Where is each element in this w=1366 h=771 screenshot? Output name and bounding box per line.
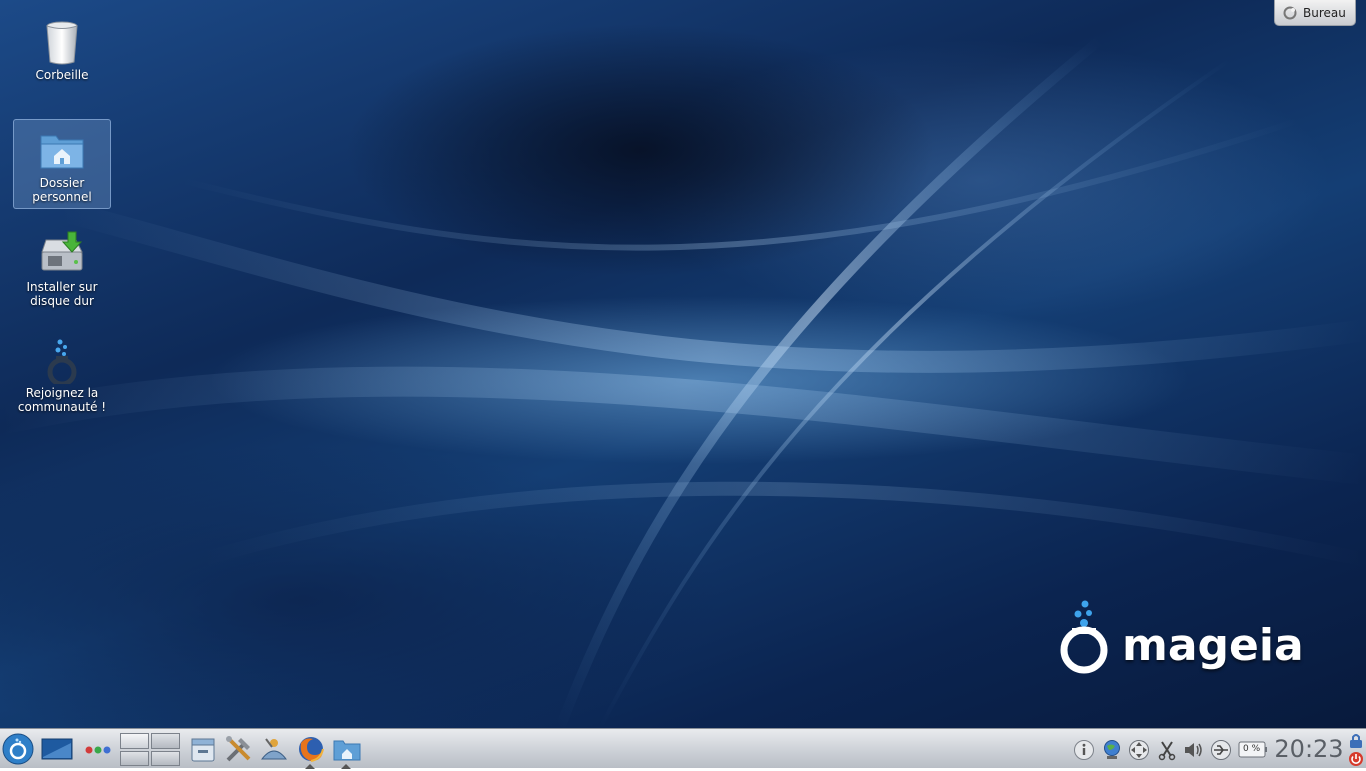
control-center-launcher[interactable] bbox=[258, 733, 290, 765]
show-desktop-icon bbox=[41, 738, 73, 760]
desktop-icon-label: Installer sur disque dur bbox=[26, 280, 98, 308]
info-icon bbox=[1074, 740, 1094, 760]
mageia-logo: mageia bbox=[1058, 598, 1304, 682]
desktop-icon-home-folder[interactable]: Dossier personnel bbox=[13, 119, 111, 209]
firefox-icon bbox=[299, 737, 324, 762]
activities-icon bbox=[85, 746, 111, 754]
usb-icon bbox=[1211, 740, 1231, 760]
usb-button[interactable] bbox=[1210, 739, 1232, 761]
device-notifier-button[interactable] bbox=[1128, 739, 1150, 761]
klipper-button[interactable] bbox=[1156, 739, 1178, 761]
desktop-icon-community[interactable]: Rejoignez la communauté ! bbox=[13, 330, 111, 420]
lock-screen-button[interactable] bbox=[1348, 733, 1364, 749]
device-notifier-icon bbox=[1129, 740, 1149, 760]
info-tray-button[interactable] bbox=[1073, 739, 1095, 761]
battery-button[interactable]: 0 % bbox=[1238, 739, 1268, 761]
pager-desktop-2[interactable] bbox=[151, 733, 180, 749]
file-manager-launcher[interactable] bbox=[187, 733, 219, 765]
system-settings-launcher[interactable] bbox=[223, 733, 255, 765]
pager-desktop-3[interactable] bbox=[120, 750, 149, 766]
desktop-icon-trash[interactable]: Corbeille bbox=[13, 12, 111, 88]
network-icon bbox=[1104, 740, 1120, 759]
logout-button[interactable] bbox=[1348, 751, 1364, 767]
lock-icon bbox=[1350, 734, 1362, 748]
running-indicator bbox=[305, 764, 315, 769]
plasma-cashew-icon bbox=[1283, 6, 1297, 19]
taskbar-panel: 0 % 20:23 bbox=[0, 728, 1366, 769]
battery-percentage: 0 % bbox=[1243, 744, 1261, 754]
file-manager-icon bbox=[191, 738, 215, 762]
digital-clock[interactable]: 20:23 bbox=[1272, 733, 1346, 765]
desktop-icon-label: Corbeille bbox=[35, 68, 89, 82]
pager-desktop-1[interactable] bbox=[120, 733, 149, 749]
desktop-icon-install[interactable]: Installer sur disque dur bbox=[13, 224, 111, 314]
mageia-wordmark: mageia bbox=[1122, 620, 1304, 671]
activities-button[interactable] bbox=[82, 733, 114, 765]
volume-icon bbox=[1185, 743, 1202, 757]
install-disk-icon bbox=[41, 231, 83, 271]
running-indicator bbox=[341, 764, 351, 769]
show-desktop-button[interactable] bbox=[41, 733, 73, 765]
volume-button[interactable] bbox=[1182, 739, 1204, 761]
desktop-wallpaper[interactable]: Corbeille Dossier personnel Installer su… bbox=[0, 0, 1366, 728]
dolphin-home-launcher[interactable] bbox=[331, 733, 363, 769]
pager-desktop-4[interactable] bbox=[151, 750, 180, 766]
home-folder-icon bbox=[40, 135, 84, 169]
control-center-icon bbox=[260, 738, 288, 760]
logout-icon bbox=[1349, 752, 1363, 766]
desktop-icon-label: Dossier personnel bbox=[32, 176, 92, 204]
application-menu-icon bbox=[2, 733, 34, 765]
cashew-label: Bureau bbox=[1303, 5, 1346, 20]
firefox-launcher[interactable] bbox=[295, 733, 327, 769]
desktop-pager[interactable] bbox=[120, 733, 180, 766]
trash-icon bbox=[46, 21, 78, 65]
desktop-cashew-button[interactable]: Bureau bbox=[1274, 0, 1356, 26]
system-settings-icon bbox=[226, 736, 251, 762]
klipper-icon bbox=[1158, 741, 1176, 761]
dolphin-home-icon bbox=[333, 740, 361, 761]
application-menu-button[interactable] bbox=[2, 733, 34, 765]
desktop-icon-label: Rejoignez la communauté ! bbox=[17, 386, 107, 414]
mageia-cauldron-icon bbox=[1060, 600, 1108, 674]
mageia-community-icon bbox=[47, 339, 77, 384]
network-tray-button[interactable] bbox=[1101, 739, 1123, 761]
